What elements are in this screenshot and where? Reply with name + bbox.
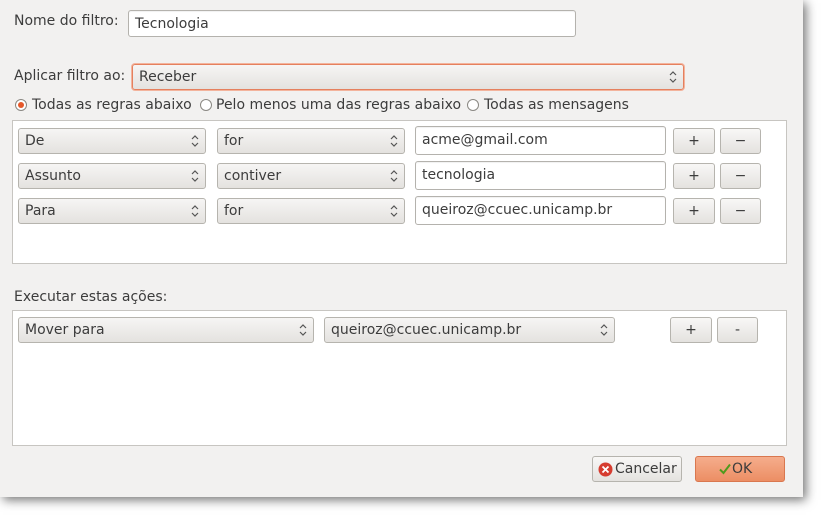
combo-arrows-icon — [191, 205, 199, 217]
cancel-label: Cancelar — [615, 461, 677, 477]
actions-label: Executar estas ações: — [14, 289, 168, 305]
rule-field-combo[interactable]: De — [18, 128, 206, 154]
rule-value-input[interactable]: acme@gmail.com — [415, 126, 666, 155]
action-type-combo[interactable]: Mover para — [18, 317, 314, 343]
ok-label: OK — [732, 461, 753, 477]
add-rule-button[interactable]: + — [673, 128, 715, 154]
filter-name-label: Nome do filtro: — [14, 13, 119, 29]
rule-field-value: Para — [25, 203, 56, 219]
rule-operator-combo[interactable]: contiver — [217, 163, 405, 189]
combo-arrows-icon — [390, 205, 398, 217]
apply-filter-label: Aplicar filtro ao: — [14, 68, 126, 84]
combo-arrows-icon — [669, 71, 677, 83]
remove-action-button[interactable]: - — [717, 317, 758, 343]
add-rule-button[interactable]: + — [673, 163, 715, 189]
remove-rule-button[interactable]: − — [720, 128, 761, 154]
combo-arrows-icon — [390, 170, 398, 182]
add-rule-button[interactable]: + — [673, 198, 715, 224]
add-action-button[interactable]: + — [670, 317, 712, 343]
rule-operator-value: contiver — [224, 168, 282, 184]
rule-operator-combo[interactable]: for — [217, 128, 405, 154]
checkmark-icon — [719, 463, 731, 475]
rule-value-input[interactable]: tecnologia — [415, 161, 666, 190]
action-target-value: queiroz@ccuec.unicamp.br — [331, 322, 522, 338]
rule-operator-combo[interactable]: for — [217, 198, 405, 224]
action-target-combo[interactable]: queiroz@ccuec.unicamp.br — [324, 317, 615, 343]
match-any-radio[interactable] — [200, 99, 212, 111]
combo-arrows-icon — [191, 170, 199, 182]
match-all-messages-label[interactable]: Todas as mensagens — [484, 97, 629, 113]
remove-rule-button[interactable]: − — [720, 198, 761, 224]
rule-field-value: De — [25, 133, 45, 149]
filter-dialog: Nome do filtro: Tecnologia Aplicar filtr… — [0, 0, 803, 497]
apply-filter-combo[interactable]: Receber — [132, 64, 684, 90]
match-all-radio[interactable] — [15, 99, 27, 111]
match-all-label[interactable]: Todas as regras abaixo — [32, 97, 192, 113]
combo-arrows-icon — [600, 324, 608, 336]
rule-operator-value: for — [224, 133, 244, 149]
action-type-value: Mover para — [25, 322, 105, 338]
apply-filter-value: Receber — [139, 69, 197, 85]
match-all-messages-radio[interactable] — [467, 99, 479, 111]
rule-field-combo[interactable]: Para — [18, 198, 206, 224]
combo-arrows-icon — [390, 135, 398, 147]
remove-rule-button[interactable]: − — [720, 163, 761, 189]
rule-field-combo[interactable]: Assunto — [18, 163, 206, 189]
match-any-label[interactable]: Pelo menos uma das regras abaixo — [216, 97, 461, 113]
combo-arrows-icon — [191, 135, 199, 147]
rule-operator-value: for — [224, 203, 244, 219]
cancel-icon — [598, 462, 613, 477]
filter-name-input[interactable]: Tecnologia — [128, 10, 576, 37]
rule-value-input[interactable]: queiroz@ccuec.unicamp.br — [415, 196, 666, 225]
ok-button[interactable]: OK — [695, 456, 785, 482]
combo-arrows-icon — [299, 324, 307, 336]
rule-field-value: Assunto — [25, 168, 81, 184]
cancel-button[interactable]: Cancelar — [592, 456, 682, 482]
